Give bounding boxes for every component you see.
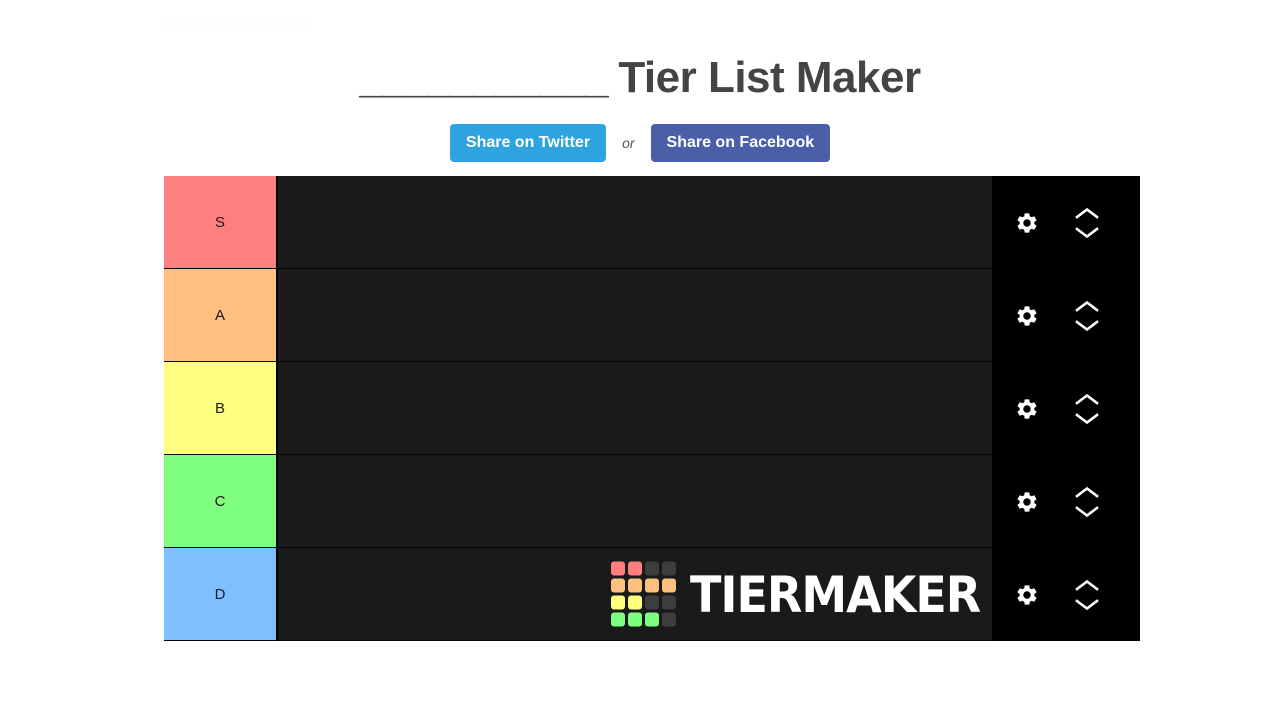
chevron-down-icon[interactable]	[1074, 319, 1100, 333]
logo-cell	[645, 561, 659, 576]
tier-drop-zone-a[interactable]	[278, 269, 992, 362]
table-row: S	[164, 176, 992, 269]
tier-reorder-arrows-b	[1074, 392, 1100, 426]
tiermaker-wordmark: TIERMAKER	[690, 564, 981, 624]
gear-icon[interactable]	[1012, 488, 1040, 516]
tier-controls-row-s	[992, 176, 1140, 269]
tiermaker-logo: TIERMAKER	[611, 561, 981, 627]
logo-cell	[662, 612, 676, 627]
chevron-up-icon[interactable]	[1074, 578, 1100, 592]
table-row: D TIERMAKER	[164, 548, 992, 641]
logo-cell	[628, 578, 642, 593]
gear-icon[interactable]	[1012, 209, 1040, 237]
share-buttons-row: Share on Twitter or Share on Facebook	[0, 124, 1280, 162]
chevron-up-icon[interactable]	[1074, 485, 1100, 499]
logo-cell	[628, 595, 642, 610]
logo-cell	[645, 612, 659, 627]
tier-label-s[interactable]: S	[164, 176, 278, 269]
logo-cell	[611, 561, 625, 576]
tier-drop-zone-b[interactable]	[278, 362, 992, 455]
logo-cell	[628, 612, 642, 627]
tier-list-container: S A B C D TIERMAKER	[164, 176, 1140, 641]
top-clipped-text: the most secret of secrets	[164, 14, 313, 29]
share-on-twitter-button[interactable]: Share on Twitter	[449, 124, 607, 162]
table-row: A	[164, 269, 992, 362]
gear-icon[interactable]	[1012, 302, 1040, 330]
title-blank-line: ___________	[359, 53, 608, 102]
tiermaker-logo-grid	[611, 561, 676, 627]
tier-reorder-arrows-s	[1074, 206, 1100, 240]
tier-controls-row-b	[992, 362, 1140, 455]
tier-drop-zone-d[interactable]: TIERMAKER	[278, 548, 992, 641]
title-text: Tier List Maker	[606, 53, 921, 102]
share-or-label: or	[622, 135, 635, 151]
chevron-up-icon[interactable]	[1074, 299, 1100, 313]
chevron-up-icon[interactable]	[1074, 392, 1100, 406]
table-row: C	[164, 455, 992, 548]
page-title: ___________ Tier List Maker	[0, 48, 1280, 108]
share-on-facebook-button[interactable]: Share on Facebook	[650, 124, 831, 162]
logo-cell	[662, 561, 676, 576]
gear-icon[interactable]	[1012, 581, 1040, 609]
tier-drop-zone-s[interactable]	[278, 176, 992, 269]
tier-label-d[interactable]: D	[164, 548, 278, 641]
chevron-down-icon[interactable]	[1074, 598, 1100, 612]
tier-reorder-arrows-c	[1074, 485, 1100, 519]
tier-controls-row-d	[992, 548, 1140, 641]
tier-label-a[interactable]: A	[164, 269, 278, 362]
tier-controls-row-a	[992, 269, 1140, 362]
tier-rows: S A B C D TIERMAKER	[164, 176, 992, 641]
chevron-down-icon[interactable]	[1074, 412, 1100, 426]
tier-controls-panel	[992, 176, 1140, 641]
logo-cell	[611, 595, 625, 610]
logo-cell	[662, 578, 676, 593]
logo-cell	[645, 578, 659, 593]
tier-reorder-arrows-d	[1074, 578, 1100, 612]
logo-cell	[611, 612, 625, 627]
tier-reorder-arrows-a	[1074, 299, 1100, 333]
chevron-down-icon[interactable]	[1074, 505, 1100, 519]
page-root: the most secret of secrets ___________ T…	[0, 0, 1280, 720]
tier-label-c[interactable]: C	[164, 455, 278, 548]
logo-cell	[662, 595, 676, 610]
table-row: B	[164, 362, 992, 455]
logo-cell	[628, 561, 642, 576]
chevron-down-icon[interactable]	[1074, 226, 1100, 240]
chevron-up-icon[interactable]	[1074, 206, 1100, 220]
gear-icon[interactable]	[1012, 395, 1040, 423]
logo-cell	[645, 595, 659, 610]
tier-drop-zone-c[interactable]	[278, 455, 992, 548]
tier-controls-row-c	[992, 455, 1140, 548]
logo-cell	[611, 578, 625, 593]
tier-label-b[interactable]: B	[164, 362, 278, 455]
